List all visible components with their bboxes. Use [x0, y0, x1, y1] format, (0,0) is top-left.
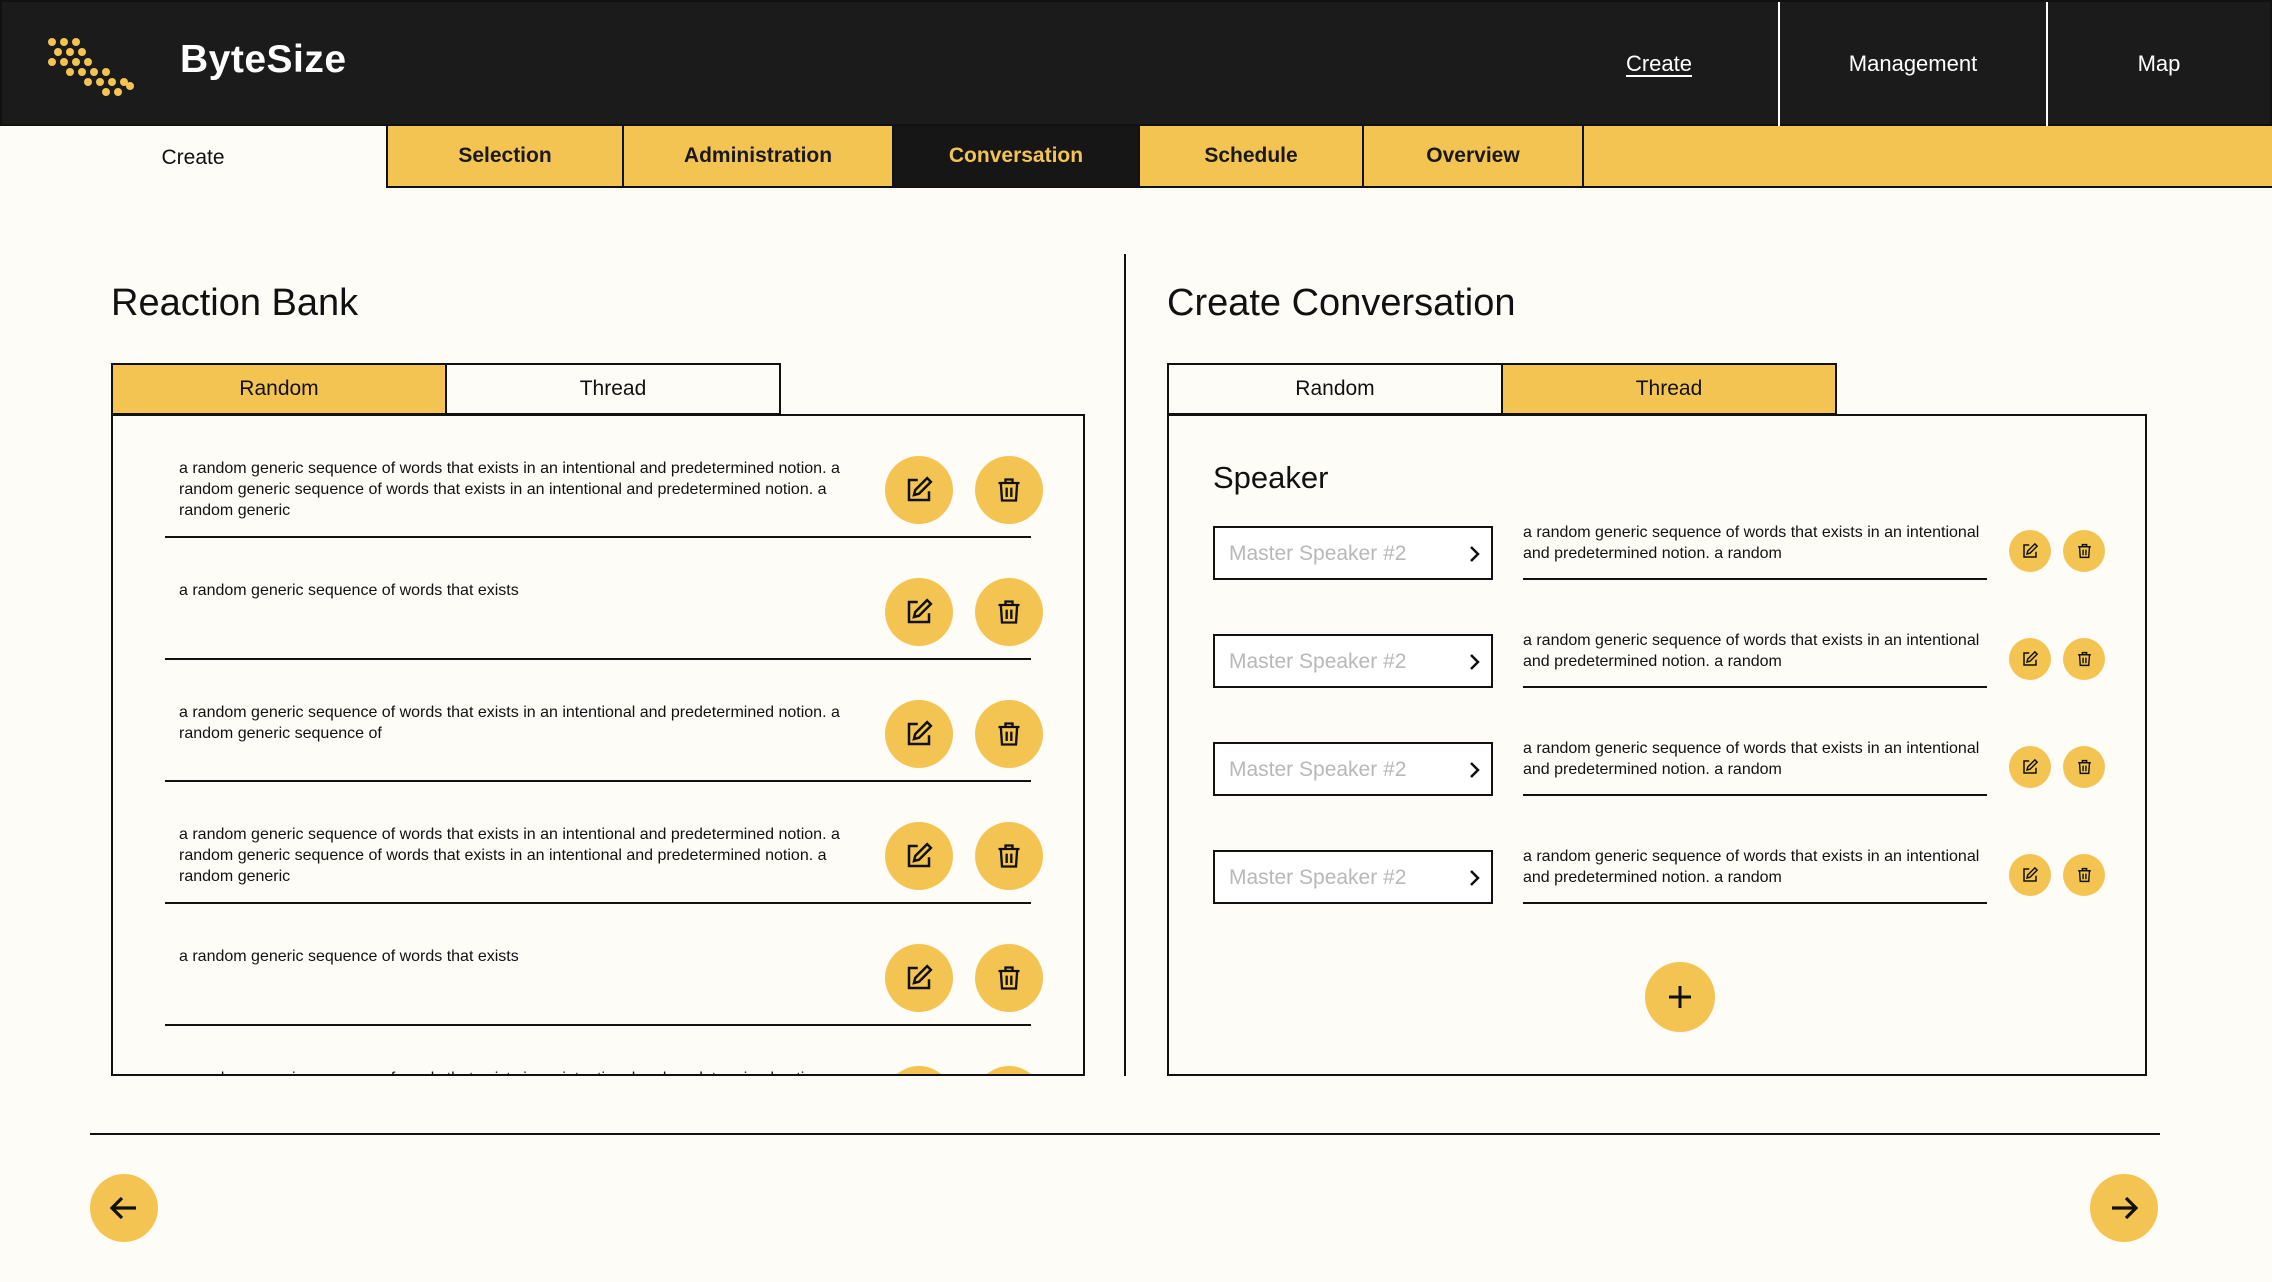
bytesize-logo[interactable]: [46, 36, 138, 98]
create-conversation-title: Create Conversation: [1167, 282, 1516, 324]
tab-selection[interactable]: Selection: [386, 126, 622, 186]
chevron-right-icon: [1470, 762, 1480, 778]
add-line-button[interactable]: [1645, 962, 1715, 1032]
edit-icon[interactable]: [885, 822, 953, 890]
arrow-right-icon: [2112, 1196, 2139, 1220]
edit-icon[interactable]: [885, 578, 953, 646]
previous-button[interactable]: [90, 1174, 158, 1242]
trash-icon[interactable]: [2063, 530, 2105, 572]
trash-icon[interactable]: [975, 1066, 1043, 1074]
trash-icon[interactable]: [975, 822, 1043, 890]
trash-icon[interactable]: [2063, 746, 2105, 788]
tab-conversation[interactable]: Conversation: [892, 126, 1138, 186]
edit-icon[interactable]: [885, 1066, 953, 1074]
section-tab-bar: Create Selection Administration Conversa…: [0, 126, 2272, 190]
tab-administration[interactable]: Administration: [622, 126, 892, 186]
conversation-segment-control: Random Thread: [1167, 363, 1837, 415]
conversation-builder: Speaker Master Speaker #2 a random gener…: [1167, 414, 2147, 1076]
conversation-random-segment[interactable]: Random: [1167, 363, 1503, 415]
reaction-item: a random generic sequence of words that …: [165, 782, 1043, 904]
speaker-select-placeholder: Master Speaker #2: [1229, 650, 1407, 673]
edit-icon[interactable]: [2009, 530, 2051, 572]
tab-overview[interactable]: Overview: [1362, 126, 1582, 186]
brand-name: ByteSize: [180, 38, 347, 81]
reaction-bank-list[interactable]: a random generic sequence of words that …: [111, 414, 1085, 1076]
reaction-item: a random generic sequence of words that …: [165, 904, 1043, 1026]
nav-map-link[interactable]: Map: [2046, 2, 2270, 126]
reaction-bank-random-segment[interactable]: Random: [111, 363, 447, 415]
chevron-right-icon: [1470, 870, 1480, 886]
trash-icon[interactable]: [2063, 854, 2105, 896]
conversation-row: Master Speaker #2 a random generic seque…: [1213, 630, 2105, 690]
speaker-select[interactable]: Master Speaker #2: [1213, 634, 1493, 688]
nav-management-link[interactable]: Management: [1778, 2, 2046, 126]
speaker-label: Speaker: [1213, 460, 1329, 495]
nav-create-link[interactable]: Create: [1540, 2, 1778, 126]
line-text[interactable]: a random generic sequence of words that …: [1523, 738, 1987, 796]
speaker-select-placeholder: Master Speaker #2: [1229, 866, 1407, 889]
edit-icon[interactable]: [885, 944, 953, 1012]
reaction-item: a random generic sequence of words that …: [165, 416, 1043, 538]
trash-icon[interactable]: [2063, 638, 2105, 680]
reaction-text: a random generic sequence of words that …: [179, 460, 840, 519]
reaction-bank-title: Reaction Bank: [111, 282, 359, 324]
reaction-item: a random generic sequence of words that …: [165, 1026, 1043, 1074]
chevron-right-icon: [1470, 654, 1480, 670]
edit-icon[interactable]: [2009, 746, 2051, 788]
conversation-row: Master Speaker #2 a random generic seque…: [1213, 846, 2105, 906]
speaker-select-placeholder: Master Speaker #2: [1229, 542, 1407, 565]
plus-icon: [1669, 986, 1691, 1008]
line-text[interactable]: a random generic sequence of words that …: [1523, 522, 1987, 580]
current-section-label: Create: [0, 126, 386, 190]
conversation-row: Master Speaker #2 a random generic seque…: [1213, 522, 2105, 582]
panel-divider: [1124, 254, 1126, 1076]
reaction-bank-thread-segment[interactable]: Thread: [447, 363, 781, 415]
reaction-item: a random generic sequence of words that …: [165, 660, 1043, 782]
speaker-select[interactable]: Master Speaker #2: [1213, 850, 1493, 904]
speaker-select[interactable]: Master Speaker #2: [1213, 526, 1493, 580]
tab-bar-filler: [1582, 126, 2272, 188]
reaction-text: a random generic sequence of words that …: [179, 948, 519, 965]
trash-icon[interactable]: [975, 578, 1043, 646]
conversation-thread-segment[interactable]: Thread: [1503, 363, 1837, 415]
chevron-right-icon: [1470, 546, 1480, 562]
edit-icon[interactable]: [2009, 854, 2051, 896]
speaker-select[interactable]: Master Speaker #2: [1213, 742, 1493, 796]
footer-divider: [90, 1133, 2160, 1135]
next-button[interactable]: [2090, 1174, 2158, 1242]
top-navigation: Create Management Map: [1540, 2, 2270, 128]
reaction-text: a random generic sequence of words that …: [179, 704, 840, 742]
edit-icon[interactable]: [2009, 638, 2051, 680]
line-text[interactable]: a random generic sequence of words that …: [1523, 630, 1987, 688]
line-text[interactable]: a random generic sequence of words that …: [1523, 846, 1987, 904]
tab-schedule[interactable]: Schedule: [1138, 126, 1362, 186]
reaction-text: a random generic sequence of words that …: [179, 1068, 849, 1074]
reaction-text: a random generic sequence of words that …: [179, 826, 840, 885]
trash-icon[interactable]: [975, 456, 1043, 524]
speaker-select-placeholder: Master Speaker #2: [1229, 758, 1407, 781]
edit-icon[interactable]: [885, 456, 953, 524]
edit-icon[interactable]: [885, 700, 953, 768]
conversation-row: Master Speaker #2 a random generic seque…: [1213, 738, 2105, 798]
trash-icon[interactable]: [975, 944, 1043, 1012]
section-tabs: Selection Administration Conversation Sc…: [386, 126, 1582, 188]
arrow-left-icon: [109, 1196, 136, 1220]
reaction-bank-segment-control: Random Thread: [111, 363, 781, 415]
reaction-item: a random generic sequence of words that …: [165, 538, 1043, 660]
top-bar: ByteSize Create Management Map: [0, 0, 2272, 126]
trash-icon[interactable]: [975, 700, 1043, 768]
reaction-text: a random generic sequence of words that …: [179, 582, 519, 599]
